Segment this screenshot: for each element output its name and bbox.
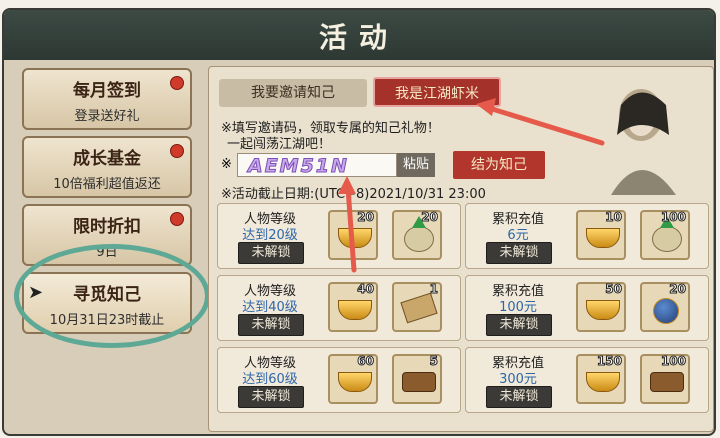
activity-window: 活动 ? 每月签到 登录送好礼 成长基金 10倍福利超值返还 限时折扣 9日 寻… <box>2 8 716 436</box>
annotation-arrows <box>338 98 605 273</box>
